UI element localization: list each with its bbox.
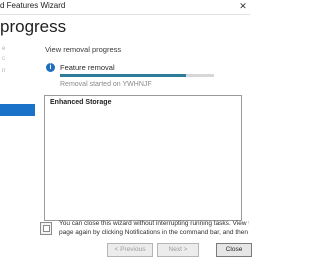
nav-item[interactable]: c <box>2 56 32 64</box>
feature-removal-label: Feature removal <box>60 63 115 72</box>
next-button[interactable]: Next > <box>157 243 199 257</box>
results-list[interactable]: Enhanced Storage <box>44 95 242 221</box>
content-pane: View removal progress i Feature removal … <box>36 44 250 224</box>
previous-button[interactable]: < Previous <box>107 243 153 257</box>
wizard-nav: e c n <box>0 44 36 224</box>
nav-item[interactable]: n <box>2 68 32 76</box>
window-title: d Features Wizard <box>0 1 66 10</box>
task-notice-line: You can close this wizard without interr… <box>59 220 249 227</box>
close-button[interactable]: Close <box>216 243 252 257</box>
removal-started-text: Removal started on YWHNJF <box>60 81 152 88</box>
task-notice-icon <box>40 222 52 235</box>
task-notice-line: page again by clicking Notifications in … <box>59 229 249 236</box>
nav-item-active[interactable] <box>0 104 35 116</box>
results-item-title: Enhanced Storage <box>50 99 112 106</box>
page-title: progress <box>0 17 67 36</box>
title-bar: d Features Wizard ✕ <box>0 0 250 15</box>
nav-item[interactable]: e <box>2 46 32 54</box>
close-window-icon[interactable]: ✕ <box>236 0 250 14</box>
info-icon: i <box>46 63 55 72</box>
progress-bar <box>60 74 214 77</box>
section-label: View removal progress <box>45 45 122 54</box>
wizard-header: progress <box>0 15 250 43</box>
button-bar: < Previous Next > Close <box>0 242 252 257</box>
progress-fill <box>60 74 187 77</box>
task-notice-text: You can close this wizard without interr… <box>59 219 249 237</box>
